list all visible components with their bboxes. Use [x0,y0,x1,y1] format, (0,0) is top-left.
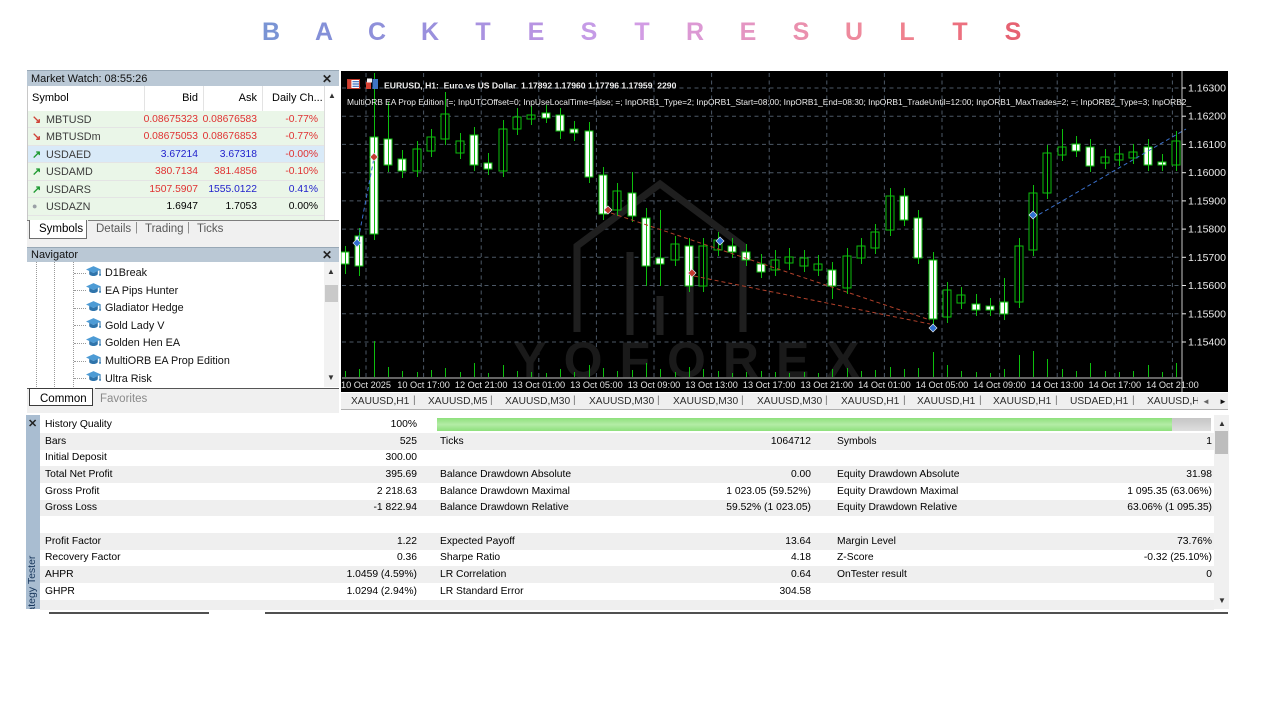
svg-text:12 Oct 21:00: 12 Oct 21:00 [455,380,508,390]
svg-text:1.15600: 1.15600 [1188,280,1226,292]
svg-text:14 Oct 21:00: 14 Oct 21:00 [1146,380,1199,390]
svg-text:1.15800: 1.15800 [1188,224,1226,236]
svg-text:EURUSD, H1: Euro vs US Dollar: EURUSD, H1: Euro vs US Dollar 1.17892 1.… [384,81,677,91]
svg-text:1.16200: 1.16200 [1188,111,1226,123]
svg-text:13 Oct 01:00: 13 Oct 01:00 [512,380,565,390]
svg-text:1.16300: 1.16300 [1188,83,1226,95]
svg-text:14 Oct 13:00: 14 Oct 13:00 [1031,380,1084,390]
svg-text:14 Oct 09:00: 14 Oct 09:00 [973,380,1026,390]
svg-text:1.15500: 1.15500 [1188,308,1226,320]
svg-text:13 Oct 09:00: 13 Oct 09:00 [628,380,681,390]
svg-text:1.16000: 1.16000 [1188,167,1226,179]
svg-text:14 Oct 05:00: 14 Oct 05:00 [916,380,969,390]
svg-text:13 Oct 05:00: 13 Oct 05:00 [570,380,623,390]
svg-text:1.15700: 1.15700 [1188,252,1226,264]
svg-text:1.15400: 1.15400 [1188,337,1226,349]
svg-text:13 Oct 13:00: 13 Oct 13:00 [685,380,738,390]
svg-text:1.15900: 1.15900 [1188,195,1226,207]
svg-text:10 Oct 17:00: 10 Oct 17:00 [397,380,450,390]
svg-text:13 Oct 17:00: 13 Oct 17:00 [743,380,796,390]
svg-text:10 Oct 2025: 10 Oct 2025 [341,380,391,390]
svg-text:MultiORB EA Prop Edition [=; I: MultiORB EA Prop Edition [=; InpUTCOffse… [347,97,1191,107]
svg-text:1.16100: 1.16100 [1188,139,1226,151]
svg-text:13 Oct 21:00: 13 Oct 21:00 [800,380,853,390]
svg-text:14 Oct 17:00: 14 Oct 17:00 [1088,380,1141,390]
svg-text:14 Oct 01:00: 14 Oct 01:00 [858,380,911,390]
